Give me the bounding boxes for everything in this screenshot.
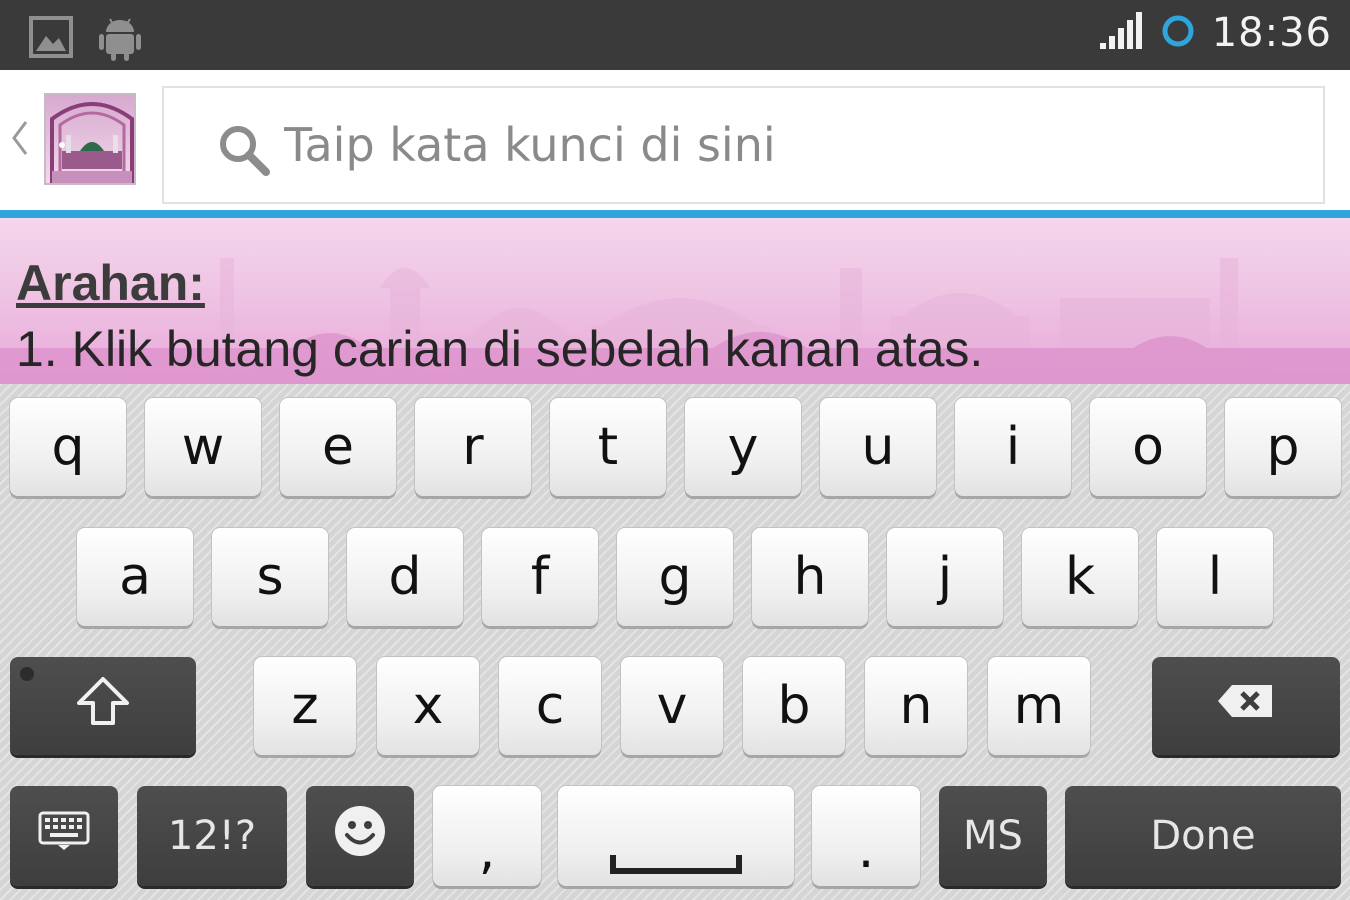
language-key[interactable]: MS xyxy=(939,786,1047,886)
key-v[interactable]: v xyxy=(621,657,723,755)
keyboard-icon xyxy=(38,811,90,861)
key-y[interactable]: y xyxy=(685,398,801,496)
key-n[interactable]: n xyxy=(865,657,967,755)
search-field[interactable] xyxy=(162,86,1325,204)
status-bar: 18:36 xyxy=(0,0,1350,70)
spacebar-icon xyxy=(610,784,742,888)
key-d[interactable]: d xyxy=(347,528,463,626)
mosque-app-icon[interactable] xyxy=(44,93,136,185)
key-x[interactable]: x xyxy=(377,657,479,755)
key-c[interactable]: c xyxy=(499,657,601,755)
status-clock: 18:36 xyxy=(1211,10,1332,56)
done-key[interactable]: Done xyxy=(1065,786,1341,886)
soft-keyboard: q w e r t y u i o p a s d f g h j k l z … xyxy=(0,384,1350,900)
comma-key[interactable]: , xyxy=(433,786,541,886)
instruction-step-1: 1. Klik butang carian di sebelah kanan a… xyxy=(16,321,984,377)
key-t[interactable]: t xyxy=(550,398,666,496)
caps-indicator xyxy=(20,667,34,681)
key-s[interactable]: s xyxy=(212,528,328,626)
instructions-heading: Arahan: xyxy=(16,255,205,311)
key-e[interactable]: e xyxy=(280,398,396,496)
symbols-key[interactable]: 12!? xyxy=(137,786,287,886)
smiley-icon xyxy=(333,804,387,868)
key-i[interactable]: i xyxy=(955,398,1071,496)
signal-strength-icon xyxy=(1098,11,1144,55)
keyboard-settings-key[interactable] xyxy=(10,786,118,886)
backspace-key[interactable] xyxy=(1152,657,1340,755)
backspace-icon xyxy=(1216,681,1276,731)
key-m[interactable]: m xyxy=(988,657,1090,755)
action-bar-divider xyxy=(0,210,1350,218)
search-icon xyxy=(216,122,272,182)
key-g[interactable]: g xyxy=(617,528,733,626)
period-key[interactable]: . xyxy=(812,786,920,886)
key-r[interactable]: r xyxy=(415,398,531,496)
key-p[interactable]: p xyxy=(1225,398,1341,496)
key-l[interactable]: l xyxy=(1157,528,1273,626)
key-w[interactable]: w xyxy=(145,398,261,496)
key-q[interactable]: q xyxy=(10,398,126,496)
space-key[interactable] xyxy=(558,786,794,886)
key-o[interactable]: o xyxy=(1090,398,1206,496)
content-area: Arahan: 1. Klik butang carian di sebelah… xyxy=(0,218,1350,384)
shift-arrow-icon xyxy=(75,675,131,737)
sync-ring-icon xyxy=(1160,13,1196,53)
key-z[interactable]: z xyxy=(254,657,356,755)
shift-key[interactable] xyxy=(10,657,196,755)
image-notification-icon xyxy=(28,14,74,66)
key-u[interactable]: u xyxy=(820,398,936,496)
key-h[interactable]: h xyxy=(752,528,868,626)
android-notification-icon xyxy=(98,14,142,66)
key-k[interactable]: k xyxy=(1022,528,1138,626)
key-a[interactable]: a xyxy=(77,528,193,626)
search-input[interactable] xyxy=(284,112,1284,178)
chevron-left-icon[interactable] xyxy=(8,118,32,162)
key-f[interactable]: f xyxy=(482,528,598,626)
emoji-key[interactable] xyxy=(306,786,414,886)
key-j[interactable]: j xyxy=(887,528,1003,626)
action-bar xyxy=(0,70,1350,210)
key-b[interactable]: b xyxy=(743,657,845,755)
